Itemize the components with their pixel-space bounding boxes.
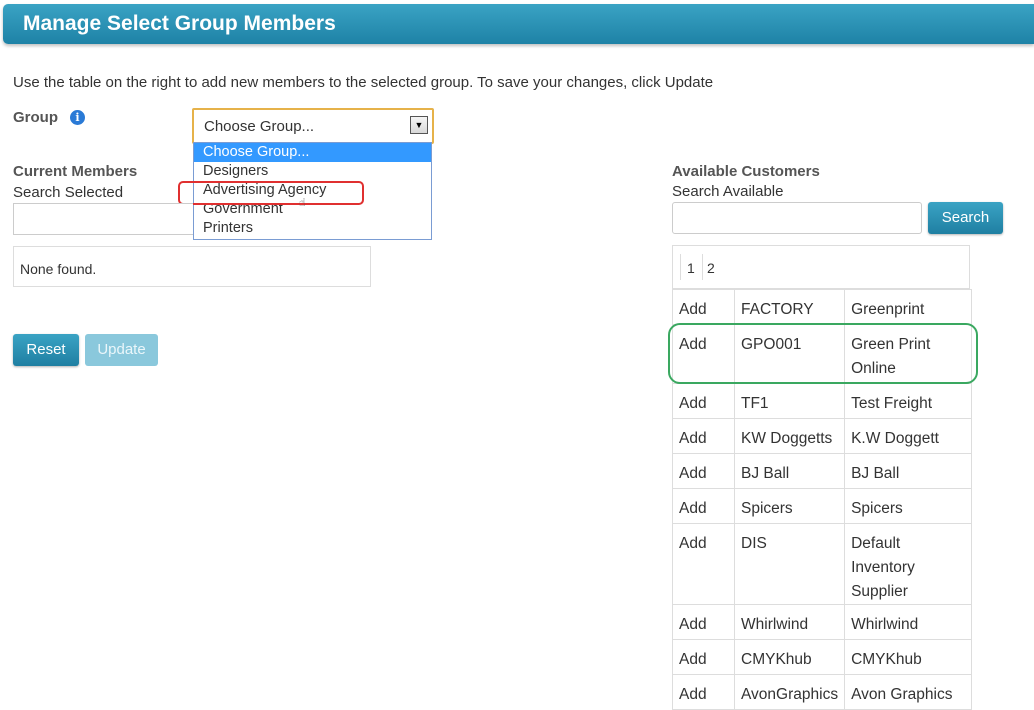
table-row: Add BJ Ball BJ Ball (672, 453, 973, 489)
customer-code: KW Doggetts (733, 418, 846, 454)
pager-divider (702, 254, 703, 280)
search-available-label: Search Available (672, 183, 784, 200)
search-button[interactable]: Search (928, 202, 1003, 234)
customer-name: Test Freight (844, 383, 973, 419)
add-link[interactable]: Add (672, 523, 735, 605)
add-link[interactable]: Add (672, 418, 735, 454)
customer-code: FACTORY (733, 289, 846, 325)
empty-state-text: None found. (20, 261, 97, 277)
add-link[interactable]: Add (672, 289, 735, 325)
info-icon[interactable]: i (70, 110, 85, 125)
table-row: Add FACTORY Greenprint (672, 289, 973, 325)
customer-name: K.W Doggett (844, 418, 973, 454)
customer-code: Whirlwind (733, 604, 846, 640)
customer-code: CMYKhub (733, 639, 846, 675)
table-row: Add AvonGraphics Avon Graphics (672, 674, 973, 710)
green-annotation-box (668, 323, 978, 384)
customer-name: Spicers (844, 488, 973, 524)
table-row: Add DIS Default Inventory Supplier (672, 523, 973, 605)
current-members-list: None found. (13, 246, 371, 287)
page-title: Manage Select Group Members (23, 12, 336, 35)
customer-code: AvonGraphics (733, 674, 846, 710)
page-link-1[interactable]: 1 (687, 260, 695, 276)
pagination: 1 2 (672, 245, 970, 289)
page-link-2[interactable]: 2 (707, 260, 715, 276)
available-customers-title: Available Customers (672, 163, 820, 180)
table-row: Add TF1 Test Freight (672, 383, 973, 419)
group-option-printers[interactable]: Printers (194, 219, 431, 238)
table-row: Add CMYKhub CMYKhub (672, 639, 973, 675)
customer-name: BJ Ball (844, 453, 973, 489)
add-link[interactable]: Add (672, 604, 735, 640)
group-select-value: Choose Group... (204, 118, 315, 135)
customer-name: Default Inventory Supplier (844, 523, 973, 605)
customer-name: Avon Graphics (844, 674, 973, 710)
update-button[interactable]: Update (85, 334, 158, 366)
group-option-choose[interactable]: Choose Group... (194, 143, 431, 162)
customer-name: CMYKhub (844, 639, 973, 675)
pager-divider (680, 254, 681, 280)
search-available-input[interactable] (672, 202, 922, 234)
customer-code: BJ Ball (733, 453, 846, 489)
customer-code: Spicers (733, 488, 846, 524)
search-selected-label: Search Selected (13, 184, 124, 201)
add-link[interactable]: Add (672, 383, 735, 419)
intro-text: Use the table on the right to add new me… (13, 74, 714, 91)
customer-code: DIS (733, 523, 846, 605)
table-row: Add Spicers Spicers (672, 488, 973, 524)
reset-button[interactable]: Reset (13, 334, 79, 366)
customer-name: Greenprint (844, 289, 973, 325)
customer-code: TF1 (733, 383, 846, 419)
table-row: Add KW Doggetts K.W Doggett (672, 418, 973, 454)
mouse-cursor-icon: ☝ (299, 197, 306, 209)
add-link[interactable]: Add (672, 674, 735, 710)
customer-name: Whirlwind (844, 604, 973, 640)
search-selected-input[interactable] (13, 203, 193, 235)
page-header: Manage Select Group Members (3, 4, 1034, 44)
red-annotation-box (178, 181, 364, 205)
add-link[interactable]: Add (672, 639, 735, 675)
chevron-down-icon[interactable]: ▼ (410, 116, 428, 134)
current-members-title: Current Members (13, 163, 138, 180)
group-label: Group (13, 109, 58, 126)
add-link[interactable]: Add (672, 453, 735, 489)
add-link[interactable]: Add (672, 488, 735, 524)
group-option-designers[interactable]: Designers (194, 162, 431, 181)
group-select[interactable]: Choose Group... ▼ (192, 108, 434, 144)
table-row: Add Whirlwind Whirlwind (672, 604, 973, 640)
